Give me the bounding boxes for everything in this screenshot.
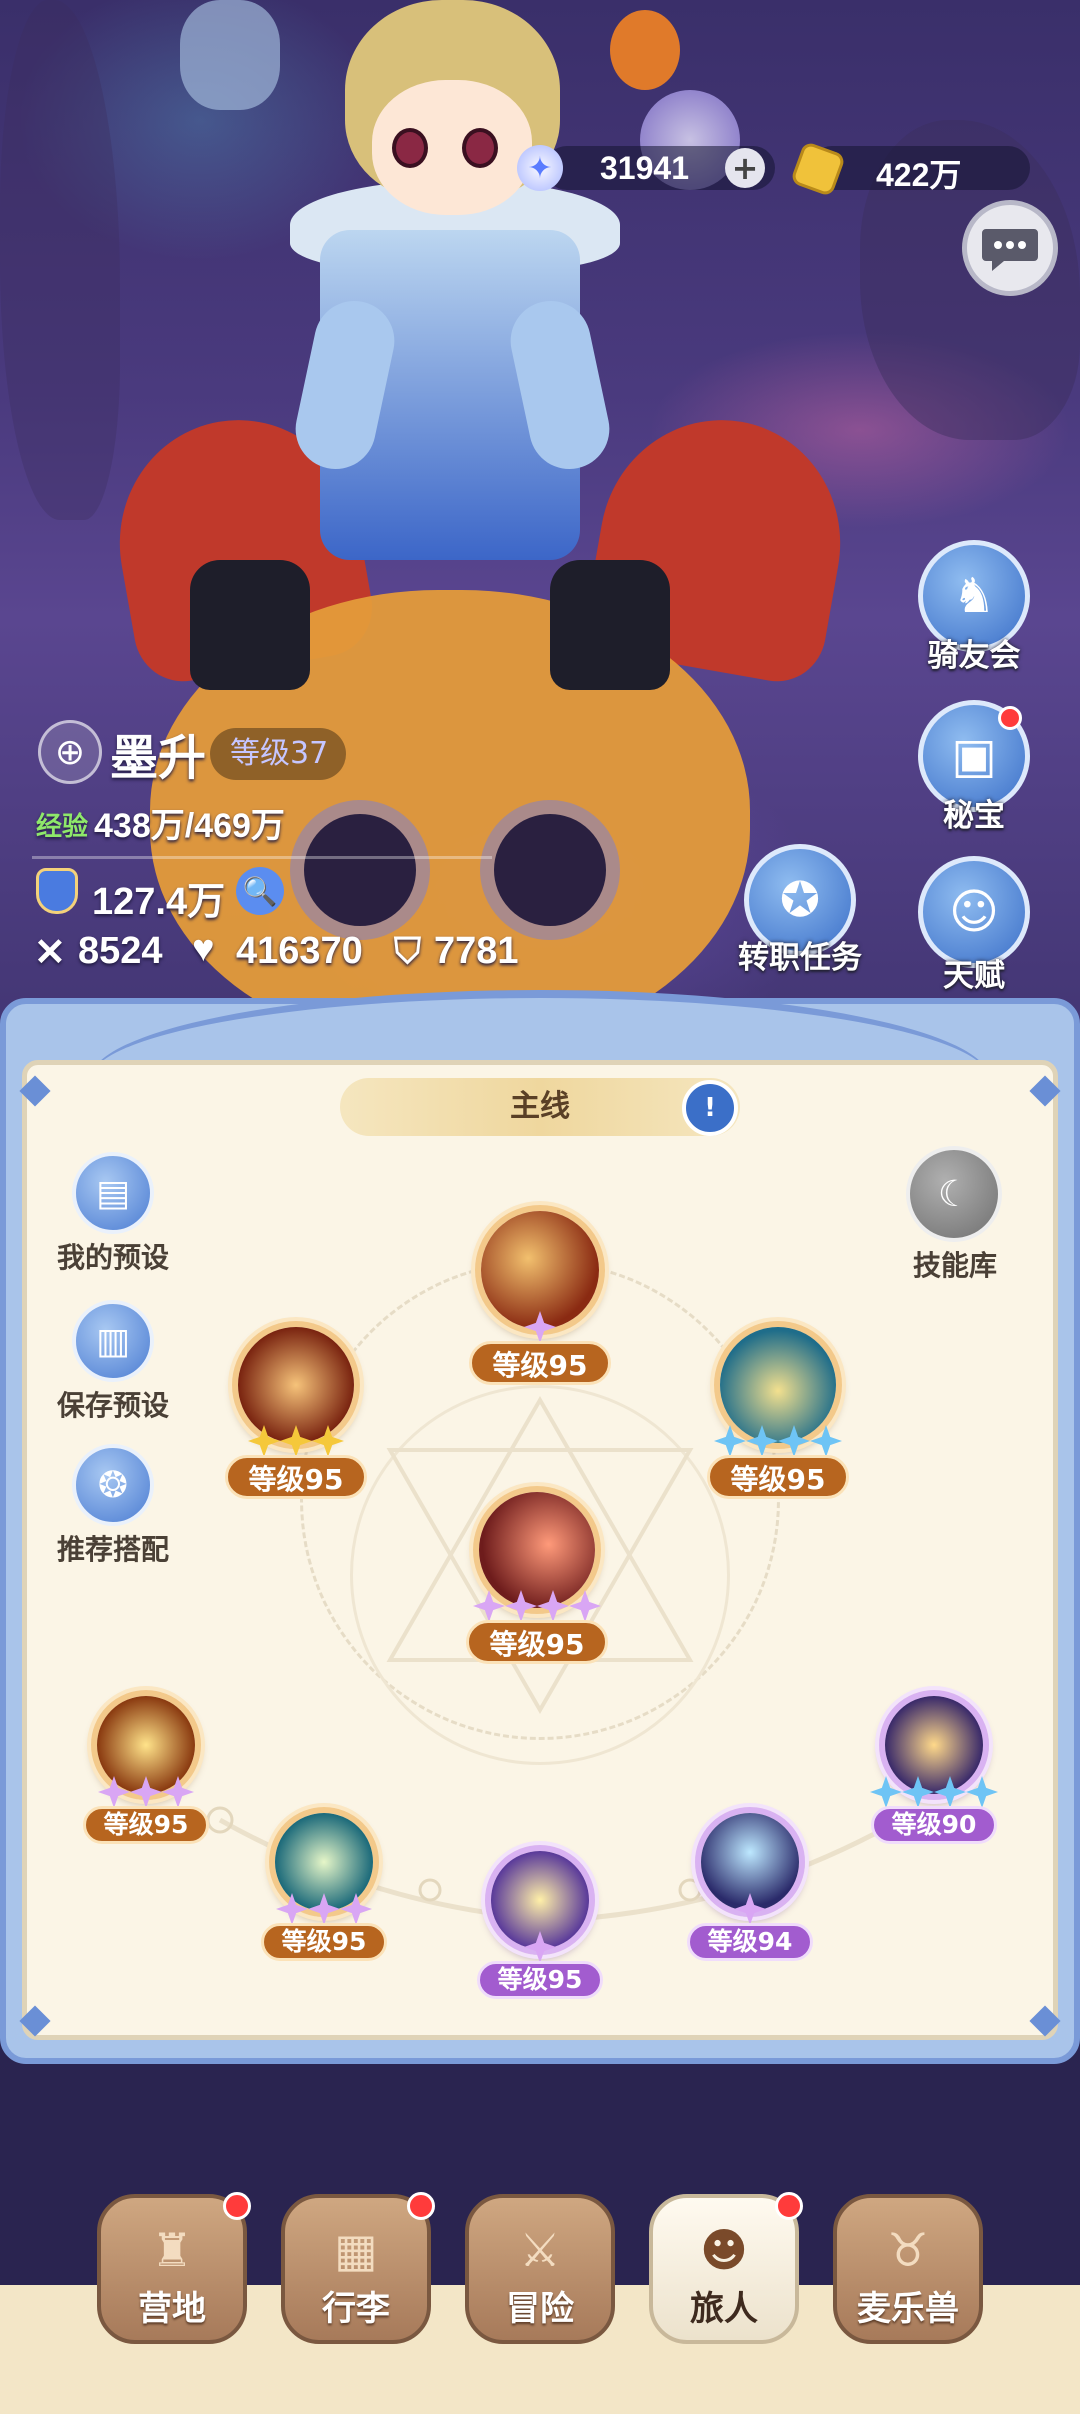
save-preset-label: 保存预设: [56, 1389, 169, 1422]
skill-slot[interactable]: [695, 1807, 805, 1917]
floppy-disk-icon: ▥: [95, 1320, 130, 1362]
nav-adventure-button[interactable]: ⚔ 冒险: [465, 2194, 615, 2344]
crossed-swords-icon: ⚔: [519, 2223, 561, 2277]
skill-icon: [238, 1327, 354, 1443]
attack-icon: ✕: [34, 932, 66, 974]
coin-amount: 422万: [876, 157, 962, 193]
skill-icon: [720, 1327, 836, 1443]
backpack-icon: ▦: [334, 2223, 378, 2277]
my-presets-label: 我的预设: [56, 1241, 169, 1274]
nav-camp-label: 营地: [138, 2289, 206, 2329]
chat-bubble-icon: [982, 229, 1038, 271]
mount-eye: [480, 800, 620, 940]
nav-adventure-label: 冒险: [506, 2289, 574, 2329]
tab-main-line-label: 主线: [510, 1089, 570, 1124]
nav-pet-label: 麦乐兽: [857, 2289, 959, 2329]
traveler-portrait-icon: ☻: [700, 2223, 748, 2277]
treasure-chest-icon: ▣: [951, 728, 997, 784]
nav-traveler-label: 旅人: [690, 2289, 758, 2329]
attack-value: 8524: [78, 930, 163, 972]
character-boot: [190, 560, 310, 690]
treasure-label: 秘宝: [943, 798, 1005, 834]
book-icon: !: [704, 1093, 716, 1123]
skill-icon: [479, 1492, 595, 1608]
hp-value: 416370: [236, 930, 363, 972]
divider: [32, 856, 492, 859]
magnifier-icon: 🔍: [242, 874, 278, 908]
job-quest-label: 转职任务: [738, 940, 862, 976]
inspect-power-button[interactable]: 🔍: [236, 867, 284, 915]
skill-slot[interactable]: [91, 1690, 201, 1800]
character-eye: [462, 128, 498, 168]
defense-value: 7781: [434, 930, 519, 972]
brain-head-icon: ☺: [948, 884, 1000, 940]
power-shield-icon: [36, 868, 78, 914]
skill-icon: [885, 1696, 983, 1794]
defense-shield-icon: ⛉: [394, 930, 422, 971]
cat-mount-icon: ♉: [887, 2223, 929, 2277]
moon-star-icon: ☾: [937, 1173, 971, 1215]
character-eye: [392, 128, 428, 168]
skill-library-button[interactable]: ☾: [906, 1146, 1002, 1242]
exp-value: 438万/469万: [94, 807, 285, 845]
star-gem-icon: ✦: [517, 145, 563, 191]
notification-dot: [998, 706, 1022, 730]
player-name: 墨升: [110, 730, 207, 786]
player-level: 等级37: [230, 736, 329, 771]
nav-luggage-button[interactable]: ▦ 行李: [281, 2194, 431, 2344]
power-value: 127.4万: [92, 881, 226, 923]
skill-icon: [275, 1813, 373, 1911]
pet-fox: [610, 10, 680, 90]
recommended-build-label: 推荐搭配: [56, 1533, 169, 1566]
my-presets-button[interactable]: ▤: [72, 1152, 154, 1234]
skill-icon: [97, 1696, 195, 1794]
background-rock: [0, 0, 120, 520]
horse-icon: ♞: [952, 568, 996, 624]
skill-slot[interactable]: [475, 1205, 605, 1335]
nav-luggage-label: 行李: [322, 2289, 390, 2329]
gem-amount: 31941: [600, 150, 689, 186]
nav-camp-button[interactable]: ♜ 营地: [97, 2194, 247, 2344]
floating-lantern: [180, 0, 280, 110]
skill-slot[interactable]: [232, 1321, 360, 1449]
info-book-button[interactable]: !: [682, 1080, 738, 1136]
skill-slot[interactable]: [485, 1845, 595, 1955]
cards-icon: ▤: [95, 1172, 130, 1214]
heart-icon: ♥: [192, 928, 215, 970]
nav-pet-button[interactable]: ♉ 麦乐兽: [833, 2194, 983, 2344]
skill-icon: [491, 1851, 589, 1949]
skill-icon: [481, 1211, 599, 1329]
character-boot: [550, 560, 670, 690]
class-emblem-icon: ⊕: [38, 720, 102, 784]
riders-club-label: 骑友会: [927, 638, 1021, 674]
skill-icon: [701, 1813, 799, 1911]
skill-slot[interactable]: [714, 1321, 842, 1449]
castle-icon: ♜: [151, 2223, 193, 2277]
skill-slot[interactable]: [269, 1807, 379, 1917]
mount-eye: [290, 800, 430, 940]
skill-slot[interactable]: [473, 1486, 601, 1614]
player-level-badge: 等级37: [210, 728, 347, 780]
nav-traveler-button[interactable]: ☻ 旅人: [649, 2194, 799, 2344]
orbs-icon: ❂: [97, 1464, 129, 1506]
skill-slot[interactable]: [879, 1690, 989, 1800]
chat-button[interactable]: [962, 200, 1058, 296]
exp-label: 经验: [36, 811, 89, 841]
save-preset-button[interactable]: ▥: [72, 1300, 154, 1382]
job-quest-icon: ✪: [779, 872, 821, 928]
talent-label: 天赋: [943, 958, 1005, 994]
add-gems-button[interactable]: +: [725, 148, 765, 188]
recommended-build-button[interactable]: ❂: [72, 1444, 154, 1526]
skill-library-label: 技能库: [912, 1249, 997, 1282]
